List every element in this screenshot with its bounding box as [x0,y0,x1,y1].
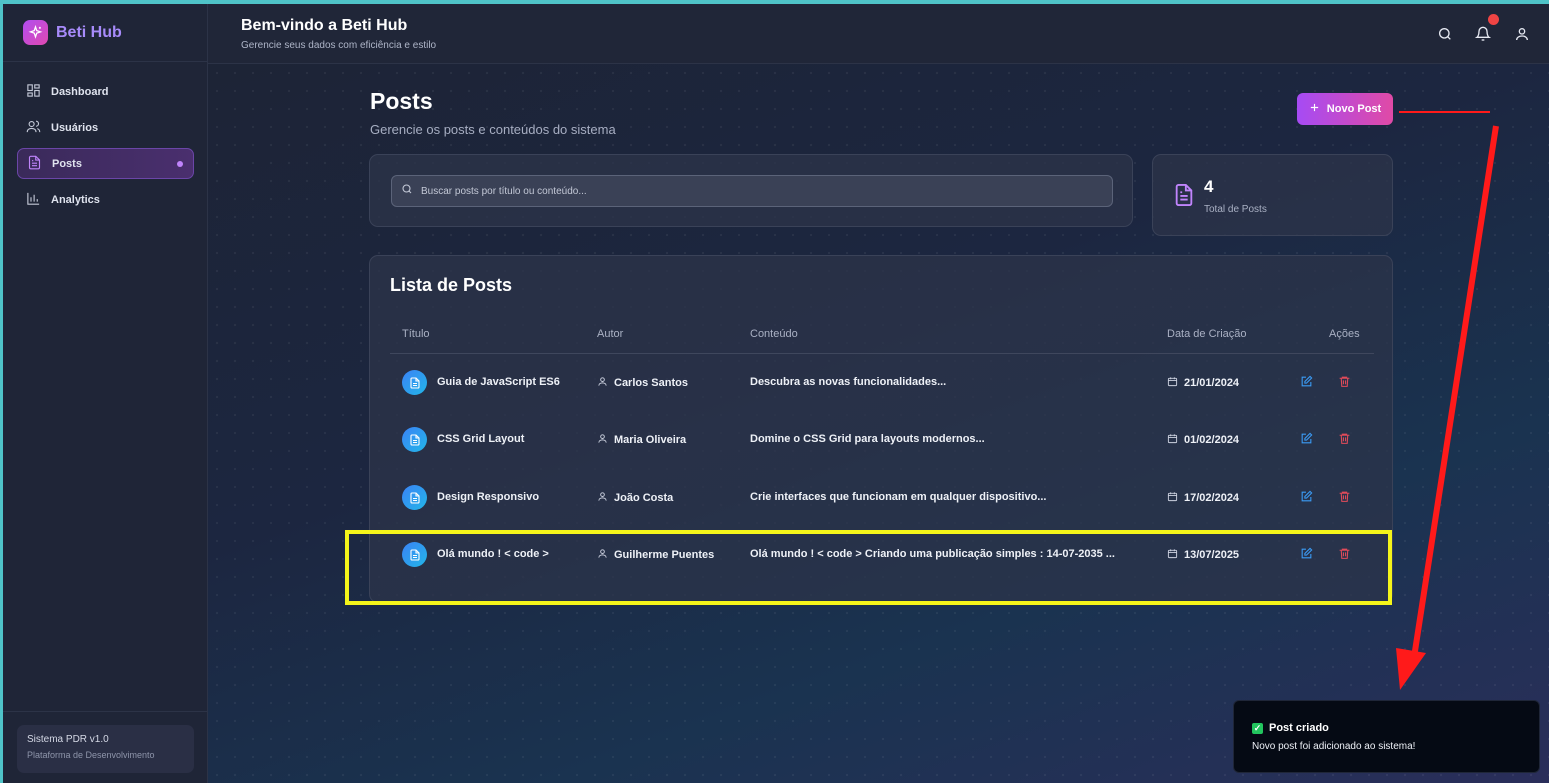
divider [3,711,208,712]
bell-icon[interactable] [1474,26,1492,42]
users-icon [26,119,41,137]
system-description: Plataforma de Desenvolvimento [27,750,155,760]
trash-icon[interactable] [1338,432,1352,446]
author-name: Maria Oliveira [614,434,687,446]
calendar-icon [1167,491,1178,505]
user-icon [597,376,608,390]
brand[interactable]: Beti Hub [23,20,122,45]
sparkle-icon [23,20,48,45]
edit-icon[interactable] [1300,432,1314,446]
search-icon [401,182,413,200]
search-card [369,154,1133,227]
user-icon [597,491,608,505]
sidebar-nav: Dashboard Usuários Posts Analytics [17,76,194,220]
highlight-box [345,530,1392,605]
author-name: Carlos Santos [614,377,688,389]
sidebar-item-label: Posts [52,157,82,170]
calendar-icon [1167,376,1178,390]
post-title: Guia de JavaScript ES6 [437,376,560,388]
post-title: Design Responsivo [437,491,540,503]
header-subtitle: Gerencie seus dados com eficiência e est… [241,40,437,51]
new-post-button[interactable]: Novo Post [1297,93,1393,125]
date-value: 17/02/2024 [1184,492,1240,504]
table-row[interactable]: Guia de JavaScript ES6 Carlos Santos Descu… [370,354,1394,411]
toast-title: Post criado [1269,722,1329,734]
post-title: CSS Grid Layout [437,433,525,445]
date-value: 01/02/2024 [1184,434,1240,446]
user-icon[interactable] [1514,26,1530,42]
active-indicator [177,161,183,167]
sidebar-item-label: Dashboard [51,85,109,98]
calendar-icon [1167,433,1178,447]
column-header-title: Título [402,328,430,340]
toast-notification: ✓ Post criado Novo post foi adicionado a… [1233,700,1540,773]
post-content: Domine o CSS Grid para layouts modernos.… [750,433,985,445]
sidebar-item-dashboard[interactable]: Dashboard [17,76,194,107]
search-input[interactable] [421,185,1101,197]
post-author: Carlos Santos [597,376,688,390]
table-row[interactable]: CSS Grid Layout Maria Oliveira Domine o CS… [370,411,1394,468]
user-icon [597,433,608,447]
post-date: 01/02/2024 [1167,433,1239,447]
post-date: 17/02/2024 [1167,491,1239,505]
main-content: Posts Gerencie os posts e conteúdos do s… [208,64,1549,783]
notification-badge [1488,14,1499,25]
post-content: Crie interfaces que funcionam em qualque… [750,491,1047,503]
list-title: Lista de Posts [390,275,513,295]
plus-icon [1309,102,1320,116]
column-header-date: Data de Criação [1167,328,1247,340]
app-window: Beti Hub Dashboard Usuários Posts Analyt… [3,4,1549,783]
total-posts-label: Total de Posts [1204,204,1267,215]
document-icon [1173,182,1195,213]
search-field[interactable] [391,175,1113,207]
trash-icon[interactable] [1338,375,1352,389]
document-icon [402,370,427,395]
system-version: Sistema PDR v1.0 [27,734,109,745]
top-header: Bem-vindo a Beti Hub Gerencie seus dados… [208,4,1549,64]
search-icon[interactable] [1437,26,1453,42]
document-icon [402,485,427,510]
sidebar-item-usuarios[interactable]: Usuários [17,112,194,143]
toast-message: Novo post foi adicionado ao sistema! [1252,741,1416,752]
table-row[interactable]: Design Responsivo João Costa Crie interfac… [370,469,1394,526]
total-posts-count: 4 [1204,177,1214,196]
author-name: João Costa [614,492,674,504]
brand-name: Beti Hub [56,23,122,41]
header-title: Bem-vindo a Beti Hub [241,17,408,34]
post-content: Descubra as novas funcionalidades... [750,376,947,388]
document-icon [27,155,42,173]
sidebar-item-label: Usuários [51,121,99,134]
sidebar-item-label: Analytics [51,193,100,206]
total-posts-card: 4 Total de Posts [1152,154,1393,236]
date-value: 21/01/2024 [1184,377,1240,389]
page-subtitle: Gerencie os posts e conteúdos do sistema [370,122,616,137]
edit-icon[interactable] [1300,490,1314,504]
check-icon: ✓ [1252,722,1263,734]
new-post-label: Novo Post [1326,103,1382,115]
edit-icon[interactable] [1300,375,1314,389]
document-icon [402,427,427,452]
column-header-content: Conteúdo [750,328,798,340]
sidebar-item-analytics[interactable]: Analytics [17,184,194,215]
column-header-actions: Ações [1329,328,1360,340]
post-author: João Costa [597,491,673,505]
post-date: 21/01/2024 [1167,376,1239,390]
system-info: Sistema PDR v1.0 Plataforma de Desenvolv… [17,725,194,773]
sidebar: Beti Hub Dashboard Usuários Posts Analyt… [3,4,208,783]
divider [3,61,208,62]
column-header-author: Autor [597,328,624,340]
bar-chart-icon [26,191,41,209]
grid-icon [26,83,41,101]
page-title: Posts [370,88,433,114]
post-author: Maria Oliveira [597,433,686,447]
trash-icon[interactable] [1338,490,1352,504]
sidebar-item-posts[interactable]: Posts [17,148,194,179]
